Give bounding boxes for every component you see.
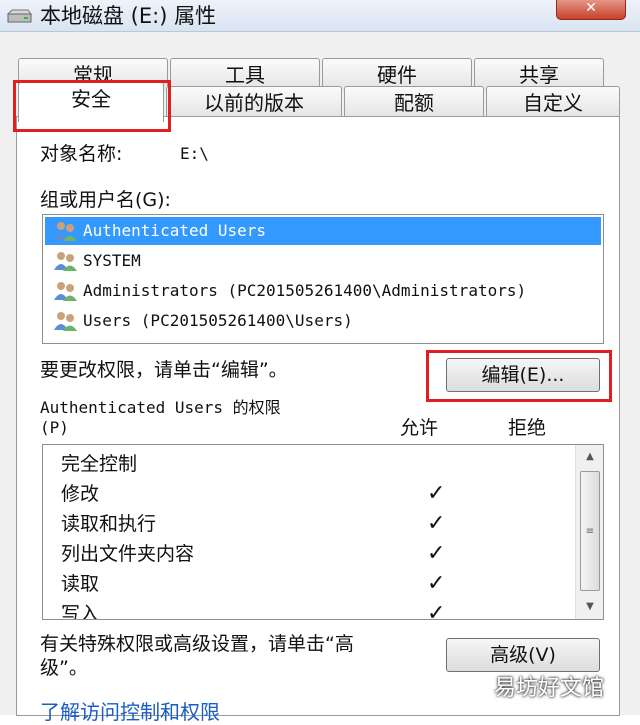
allow-check: ✓ — [427, 571, 446, 596]
advanced-hint-line2: 级”。 — [40, 657, 88, 679]
permission-row: 读取和执行 ✓ — [61, 509, 445, 539]
title-bar: 本地磁盘 (E:) 属性 ✕ — [0, 0, 640, 32]
permission-row: 读取 ✓ — [61, 569, 445, 599]
tab-quota[interactable]: 配额 — [344, 86, 484, 119]
allow-check: ✓ — [427, 511, 446, 536]
user-group-icon — [54, 252, 77, 271]
window-title: 本地磁盘 (E:) 属性 — [40, 4, 217, 28]
scroll-thumb[interactable]: ≡ — [580, 471, 600, 591]
user-group-icon — [54, 282, 77, 301]
access-control-link[interactable]: 了解访问控制和权限 — [40, 696, 220, 725]
user-list[interactable]: Authenticated Users SYSTEM Administrator… — [42, 214, 604, 344]
permission-row: 列出文件夹内容 ✓ — [61, 539, 445, 569]
advanced-hint-line1: 有关特殊权限或高级设置，请单击“高 — [40, 633, 354, 655]
permission-row: 写入 ✓ — [61, 599, 445, 620]
list-item[interactable]: Users (PC201505261400\Users) — [45, 307, 601, 335]
user-name: Users (PC201505261400\Users) — [83, 311, 353, 330]
deny-header: 拒绝 — [508, 417, 547, 439]
user-group-icon — [54, 312, 77, 331]
permissions-scrollbar[interactable]: ▲ ≡ ▼ — [575, 445, 603, 619]
scroll-down-icon[interactable]: ▼ — [576, 597, 603, 617]
list-item[interactable]: Administrators (PC201505261400\Administr… — [45, 277, 601, 305]
watermark: 易坊好文馆 — [494, 676, 605, 701]
permissions-title-shortcut: (P) — [40, 418, 69, 437]
drive-icon — [6, 9, 32, 23]
edit-hint: 要更改权限，请单击“编辑”。 — [40, 359, 288, 381]
tab-security[interactable]: 安全 — [18, 82, 164, 122]
permission-name: 读取 — [61, 573, 100, 595]
allow-check: ✓ — [427, 601, 446, 620]
permission-row: 完全控制 — [61, 449, 137, 479]
permission-name: 读取和执行 — [61, 513, 157, 535]
user-name: Administrators (PC201505261400\Administr… — [83, 281, 527, 300]
permission-row: 修改 ✓ — [61, 479, 445, 509]
list-item[interactable]: Authenticated Users — [45, 217, 601, 245]
user-name: SYSTEM — [83, 251, 141, 270]
object-name-value: E:\ — [180, 144, 209, 163]
allow-header: 允许 — [400, 417, 439, 439]
groups-label: 组或用户名(G): — [40, 189, 171, 211]
advanced-button[interactable]: 高级(V) — [446, 638, 600, 672]
permission-name: 修改 — [61, 483, 100, 505]
object-name-label: 对象名称: — [40, 143, 123, 165]
user-group-icon — [54, 222, 77, 241]
permission-name: 列出文件夹内容 — [61, 543, 195, 565]
list-item[interactable]: SYSTEM — [45, 247, 601, 275]
edit-button[interactable]: 编辑(E)... — [446, 358, 600, 392]
tab-previous-versions[interactable]: 以前的版本 — [166, 86, 342, 119]
allow-check: ✓ — [427, 481, 446, 506]
user-name: Authenticated Users — [83, 221, 267, 240]
permissions-list[interactable]: 完全控制 修改 ✓ 读取和执行 ✓ 列出文件夹内容 ✓ 读取 ✓ 写入 ✓ ▲ … — [42, 444, 604, 620]
permission-name: 写入 — [61, 603, 100, 620]
allow-check: ✓ — [427, 541, 446, 566]
permission-name: 完全控制 — [61, 453, 138, 475]
permissions-title: Authenticated Users 的权限 — [40, 398, 281, 417]
scroll-up-icon[interactable]: ▲ — [576, 447, 603, 467]
close-button[interactable]: ✕ — [556, 0, 626, 20]
tab-customize[interactable]: 自定义 — [486, 86, 620, 119]
